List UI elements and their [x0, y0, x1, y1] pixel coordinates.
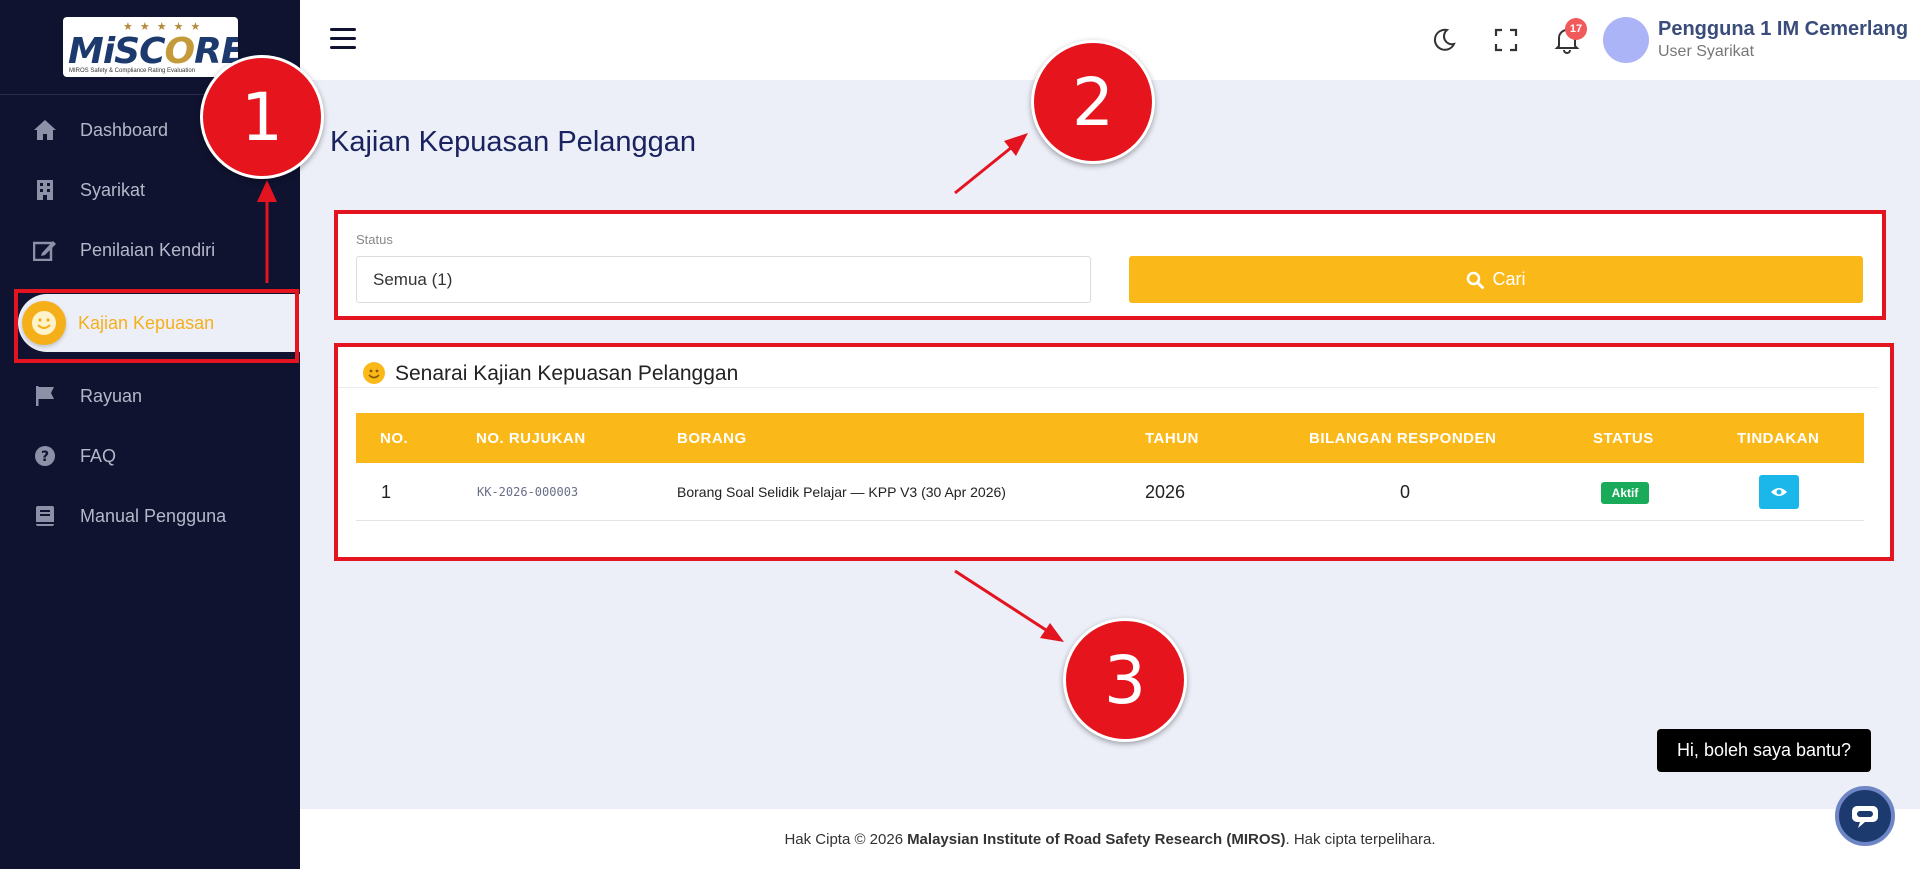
- callout-1: 1: [200, 55, 324, 179]
- callout-3: 3: [1063, 618, 1187, 742]
- callout-2: 2: [1031, 40, 1155, 164]
